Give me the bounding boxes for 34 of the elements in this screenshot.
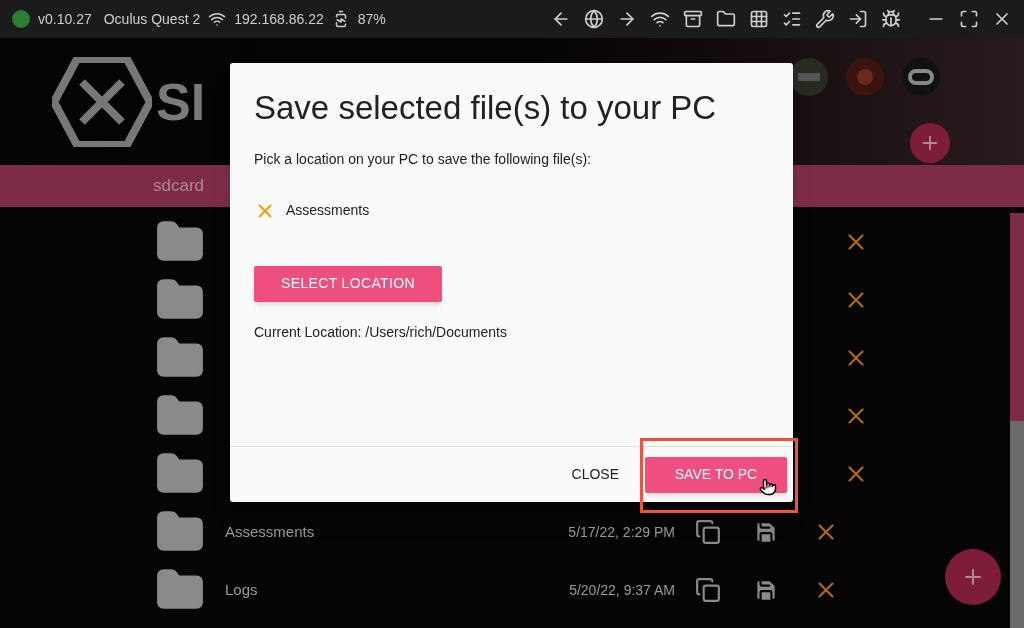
selected-file: Assessments: [286, 201, 370, 220]
logo-icon: [52, 56, 152, 147]
maximize-icon[interactable]: [959, 9, 979, 29]
archive-icon[interactable]: [683, 9, 703, 29]
dialog-title: Save selected file(s) to your PC: [254, 88, 718, 128]
file-name[interactable]: Logs: [225, 578, 475, 602]
file-date: 5/20/22, 9:37 AM: [568, 580, 675, 600]
app-icon: [902, 58, 940, 96]
file-date: 5/17/22, 2:29 PM: [567, 522, 675, 542]
close-button[interactable]: CLOSE: [561, 456, 629, 493]
copy-icon[interactable]: [695, 577, 721, 603]
globe-icon[interactable]: [584, 9, 604, 29]
wifi-icon: [208, 10, 227, 28]
grid-icon[interactable]: [749, 9, 769, 29]
ip-address: 192.168.86.22: [234, 9, 324, 29]
scrollbar-thumb[interactable]: [1010, 213, 1024, 421]
logo-text: SI: [156, 71, 206, 133]
checklist-icon[interactable]: [782, 9, 802, 29]
wrench-icon[interactable]: [815, 9, 835, 29]
battery-level: 87%: [357, 9, 386, 29]
app-icon: [790, 58, 828, 96]
copy-icon[interactable]: [695, 519, 721, 545]
current-location: Current Location: /Users/rich/Documents: [254, 322, 508, 342]
dialog-prompt: Pick a location on your PC to save the following file(s):: [254, 149, 592, 169]
enter-icon[interactable]: [848, 9, 868, 29]
add-button[interactable]: [910, 123, 950, 163]
device-name: Oculus Quest 2: [103, 9, 201, 29]
wifi-icon[interactable]: [650, 9, 670, 29]
version-label: v0.10.27: [38, 9, 92, 29]
hand-cursor-icon: [759, 478, 777, 496]
app-icon: [846, 58, 884, 96]
bug-icon[interactable]: [881, 9, 901, 29]
folder-icon[interactable]: [716, 9, 736, 29]
file-name[interactable]: Assessments: [225, 520, 475, 544]
